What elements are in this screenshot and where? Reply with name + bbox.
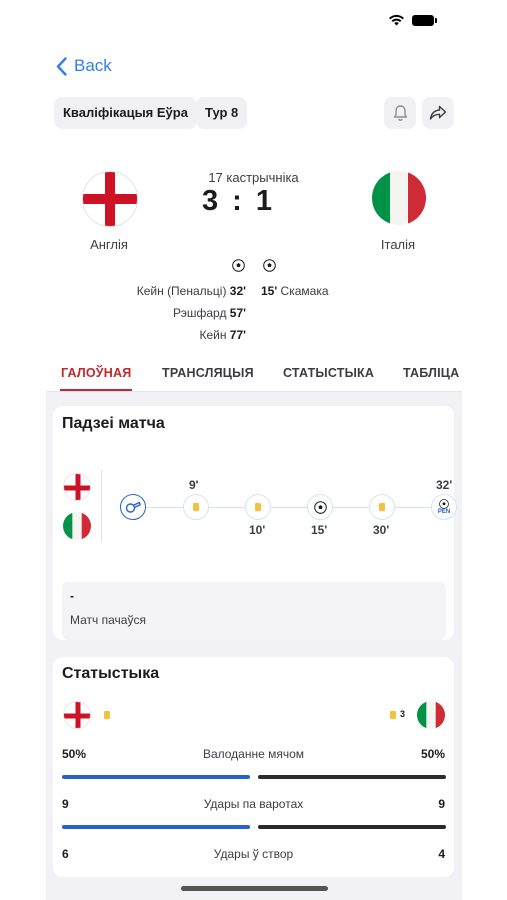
kickoff-whistle-node[interactable]	[120, 494, 146, 520]
home-scorer: Кейн 77'	[199, 328, 246, 342]
tab-broadcast[interactable]: ТРАНСЛЯЦЫЯ	[162, 366, 254, 380]
stat-away-value: 4	[438, 847, 445, 861]
stat-away-bar	[258, 825, 446, 829]
home-scorer: Рэшфард 57'	[173, 306, 246, 320]
italy-flag-icon	[417, 701, 445, 729]
timeline-event-node[interactable]	[307, 494, 333, 520]
back-label: Back	[74, 56, 112, 75]
events-title: Падзеі матча	[62, 415, 165, 432]
bell-icon	[393, 105, 407, 121]
timeline-minute: 9'	[189, 478, 199, 492]
timeline-event-node[interactable]	[245, 494, 271, 520]
event-detail: - Матч пачаўся	[62, 582, 446, 640]
stat-away-value: 50%	[420, 747, 445, 761]
competition-chip[interactable]: Кваліфікацыя Еўра	[54, 97, 197, 129]
battery-icon	[412, 14, 437, 26]
away-team-name: Італія	[380, 237, 416, 252]
match-score: 3 : 1	[201, 185, 276, 217]
timeline-event-node[interactable]	[183, 494, 209, 520]
away-scorer: 15' Скамака	[261, 284, 329, 298]
match-date: 17 кастрычніка	[208, 170, 299, 185]
yellow-card-icon	[390, 711, 396, 719]
timeline-minute: 30'	[373, 523, 390, 537]
penalty-tag: PEN	[437, 509, 451, 515]
timeline-minute: 10'	[249, 523, 266, 537]
whistle-icon	[125, 501, 141, 513]
away-yellow-count: 3	[400, 709, 406, 719]
timeline-divider	[101, 470, 102, 542]
soccer-ball-icon	[439, 499, 449, 509]
italy-flag-icon	[63, 512, 91, 540]
home-indicator	[181, 886, 328, 891]
stat-label: Удары па варотах	[203, 797, 304, 811]
chevron-left-icon	[56, 56, 67, 76]
tab-bar: ГАЛОЎНАЯ ТРАНСЛЯЦЫЯ СТАТЫСТЫКА ТАБЛІЦА	[46, 355, 462, 392]
timeline-event-node[interactable]	[369, 494, 395, 520]
event-text: Матч пачаўся	[70, 613, 146, 627]
timeline-minute: 15'	[311, 523, 328, 537]
tab-table[interactable]: ТАБЛІЦА	[403, 366, 459, 380]
home-goals-ball-icon	[232, 259, 245, 272]
timeline-event-node[interactable]: PEN	[431, 494, 457, 520]
round-chip[interactable]: Тур 8	[196, 97, 248, 129]
event-dash: -	[70, 589, 74, 603]
share-button[interactable]	[422, 97, 454, 129]
stat-home-bar	[62, 825, 250, 829]
statistics-title: Статыстыка	[62, 665, 160, 682]
active-tab-indicator	[60, 389, 132, 391]
home-scorer: Кейн (Пенальці) 32'	[136, 284, 246, 298]
stat-away-value: 9	[438, 797, 445, 811]
home-team-name: Англія	[90, 237, 128, 252]
yellow-card-icon	[193, 503, 199, 511]
timeline-minute: 32'	[436, 478, 453, 492]
stat-home-bar	[62, 775, 250, 779]
notification-button[interactable]	[384, 97, 416, 129]
england-flag-icon	[63, 473, 91, 501]
wifi-icon	[389, 14, 404, 26]
tab-main[interactable]: ГАЛОЎНАЯ	[61, 366, 131, 380]
soccer-ball-icon	[313, 500, 327, 514]
yellow-card-icon	[104, 711, 110, 719]
status-bar	[0, 0, 507, 44]
yellow-card-icon	[255, 503, 261, 511]
timeline-line	[134, 507, 452, 508]
statistics-card: Статыстыка	[53, 657, 454, 877]
tab-statistics[interactable]: СТАТЫСТЫКА	[283, 366, 374, 380]
england-flag-icon	[63, 701, 91, 729]
back-button[interactable]: Back	[56, 56, 112, 76]
share-arrow-icon	[429, 105, 447, 120]
away-goals-ball-icon	[263, 259, 276, 272]
stat-away-bar	[258, 775, 446, 779]
stat-label: Удары ў створ	[213, 847, 294, 861]
yellow-card-icon	[379, 503, 385, 511]
